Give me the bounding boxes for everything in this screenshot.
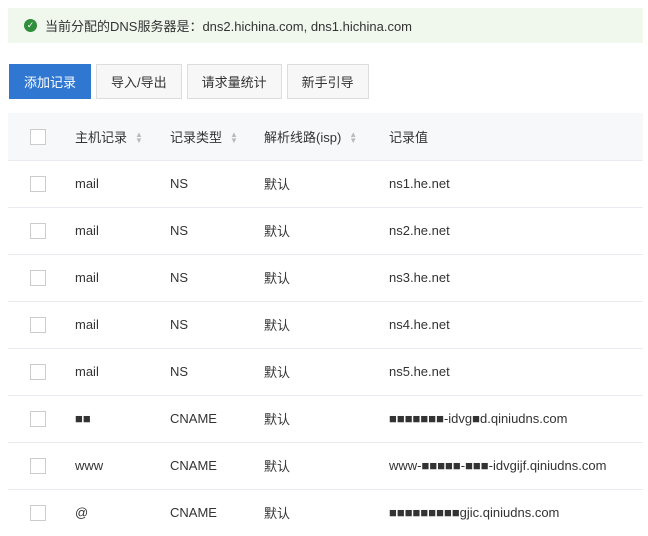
- row-checkbox[interactable]: [30, 222, 46, 239]
- table-row: mail NS 默认 ns4.he.net: [8, 300, 643, 348]
- row-checkbox[interactable]: [30, 410, 46, 427]
- sort-icon[interactable]: ▲ ▼: [349, 131, 357, 145]
- cell-host: mail: [75, 253, 170, 301]
- cell-host: mail: [75, 159, 170, 207]
- header-value: 记录值: [389, 113, 643, 160]
- cell-line: 默认: [264, 488, 389, 536]
- cell-host: mail: [75, 347, 170, 395]
- header-label: 记录类型: [170, 129, 223, 145]
- table-row: www CNAME 默认 www-■■■■■-■■■-idvgijf.qiniu…: [8, 441, 643, 489]
- cell-host: www: [75, 441, 170, 489]
- row-checkbox[interactable]: [30, 175, 46, 192]
- table-row: mail NS 默认 ns3.he.net: [8, 253, 643, 301]
- cell-type: NS: [170, 300, 264, 348]
- cell-host: mail: [75, 206, 170, 254]
- request-stats-button[interactable]: 请求量统计: [186, 64, 282, 99]
- dns-info-banner: ✓ 当前分配的DNS服务器是：dns2.hichina.com, dns1.hi…: [8, 8, 643, 43]
- cell-value: ns2.he.net: [389, 206, 643, 254]
- import-export-button[interactable]: 导入/导出: [96, 64, 182, 99]
- sort-icon[interactable]: ▲ ▼: [230, 131, 238, 145]
- cell-type: CNAME: [170, 394, 264, 442]
- header-line[interactable]: 解析线路(isp) ▲ ▼: [264, 113, 389, 160]
- table-row: @ CNAME 默认 ■■■■■■■■■gjic.qiniudns.com: [8, 488, 643, 536]
- cell-value: ■■■■■■■■■gjic.qiniudns.com: [389, 488, 643, 536]
- table-row: ■■ CNAME 默认 ■■■■■■■-idvg■d.qiniudns.com: [8, 394, 643, 442]
- cell-value: ns3.he.net: [389, 253, 643, 301]
- dns-records-table: 主机记录 ▲ ▼ 记录类型 ▲ ▼ 解析线路(isp) ▲ ▼ 记录值 mail NS 默认…: [8, 113, 643, 536]
- cell-line: 默认: [264, 441, 389, 489]
- check-circle-icon: ✓: [24, 19, 37, 32]
- cell-line: 默认: [264, 159, 389, 207]
- row-checkbox[interactable]: [30, 505, 46, 522]
- guide-button[interactable]: 新手引导: [286, 64, 369, 99]
- cell-type: NS: [170, 159, 264, 207]
- sort-icon[interactable]: ▲ ▼: [135, 131, 143, 145]
- cell-type: NS: [170, 206, 264, 254]
- toolbar: 添加记录 导入/导出 请求量统计 新手引导: [9, 64, 369, 99]
- header-label: 解析线路(isp): [264, 129, 342, 145]
- cell-value: ns1.he.net: [389, 159, 643, 207]
- table-row: mail NS 默认 ns5.he.net: [8, 347, 643, 395]
- cell-host: ■■: [75, 394, 170, 442]
- cell-line: 默认: [264, 394, 389, 442]
- header-type[interactable]: 记录类型 ▲ ▼: [170, 113, 264, 160]
- cell-host: @: [75, 488, 170, 536]
- cell-line: 默认: [264, 253, 389, 301]
- cell-value: ns5.he.net: [389, 347, 643, 395]
- table-row: mail NS 默认 ns1.he.net: [8, 159, 643, 207]
- row-checkbox[interactable]: [30, 457, 46, 474]
- cell-line: 默认: [264, 347, 389, 395]
- cell-type: CNAME: [170, 488, 264, 536]
- cell-type: NS: [170, 347, 264, 395]
- cell-value: www-■■■■■-■■■-idvgijf.qiniudns.com: [389, 441, 643, 489]
- header-label: 主机记录: [75, 129, 128, 145]
- table-row: mail NS 默认 ns2.he.net: [8, 206, 643, 254]
- cell-type: NS: [170, 253, 264, 301]
- table-header: 主机记录 ▲ ▼ 记录类型 ▲ ▼ 解析线路(isp) ▲ ▼ 记录值: [8, 113, 643, 160]
- cell-type: CNAME: [170, 441, 264, 489]
- banner-text: 当前分配的DNS服务器是：dns2.hichina.com, dns1.hich…: [45, 19, 413, 34]
- row-checkbox[interactable]: [30, 316, 46, 333]
- cell-host: mail: [75, 300, 170, 348]
- cell-value: ns4.he.net: [389, 300, 643, 348]
- cell-value: ■■■■■■■-idvg■d.qiniudns.com: [389, 394, 643, 442]
- cell-line: 默认: [264, 206, 389, 254]
- cell-line: 默认: [264, 300, 389, 348]
- row-checkbox[interactable]: [30, 269, 46, 286]
- select-all-checkbox[interactable]: [30, 128, 46, 145]
- header-host[interactable]: 主机记录 ▲ ▼: [75, 113, 170, 160]
- add-record-button[interactable]: 添加记录: [9, 64, 92, 99]
- row-checkbox[interactable]: [30, 363, 46, 380]
